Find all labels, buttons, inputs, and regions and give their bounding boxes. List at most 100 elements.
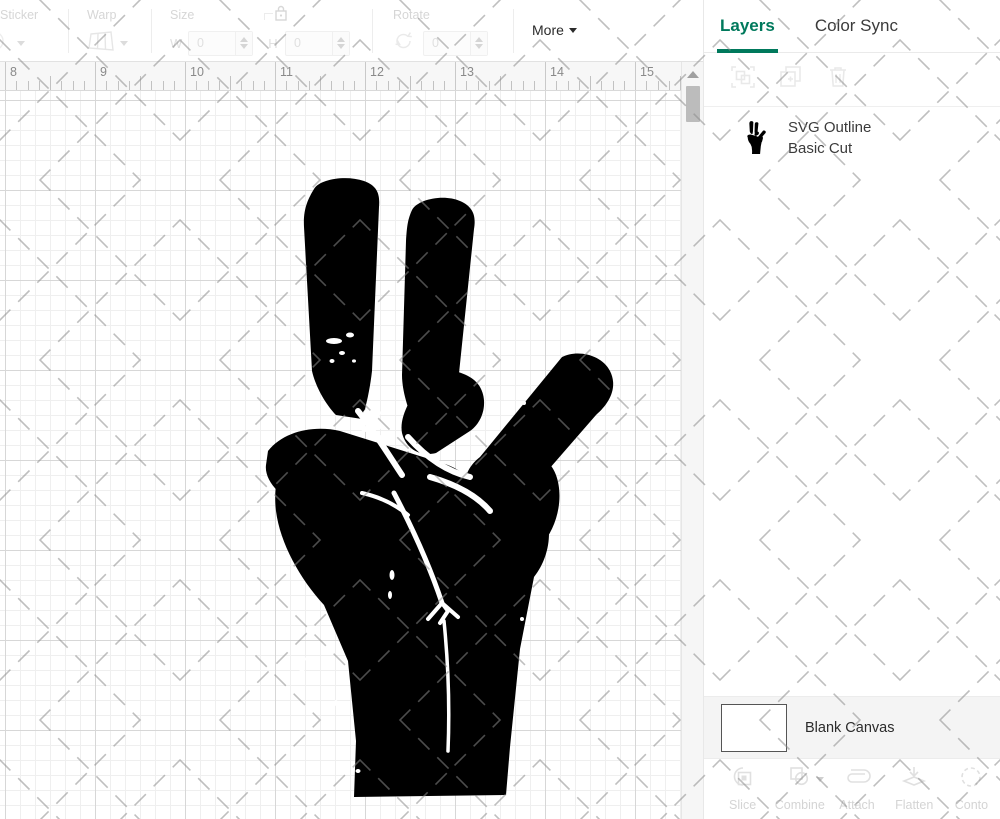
slice-label: Slice xyxy=(729,798,756,812)
panel-tabs: Layers Color Sync xyxy=(704,0,1000,53)
scrollbar-thumb[interactable] xyxy=(686,86,700,122)
height-stepper[interactable]: 0 xyxy=(285,31,350,56)
height-spinner[interactable] xyxy=(332,32,349,55)
ruler-minor-tick xyxy=(208,81,209,91)
sticker-icon[interactable] xyxy=(0,30,12,57)
ruler-major-tick xyxy=(365,62,366,91)
combine-button[interactable]: Combine xyxy=(771,765,828,812)
ruler-minor-tick xyxy=(253,81,254,91)
ruler-minor-tick xyxy=(331,81,332,91)
ruler-minor-tick xyxy=(264,81,265,91)
ruler-minor-tick xyxy=(140,76,141,91)
contour-button[interactable]: Conto xyxy=(943,765,1000,812)
ruler-minor-tick xyxy=(219,81,220,91)
horizontal-ruler[interactable]: 89101112131415 xyxy=(0,62,703,91)
ruler-minor-tick xyxy=(129,81,130,91)
tab-layers[interactable]: Layers xyxy=(720,0,775,53)
height-increment-icon[interactable] xyxy=(337,37,345,42)
ruler-minor-tick xyxy=(73,81,74,91)
flatten-button[interactable]: Flatten xyxy=(886,765,943,812)
ruler-label: 12 xyxy=(370,65,384,79)
ruler-label: 15 xyxy=(640,65,654,79)
design-canvas[interactable] xyxy=(0,91,681,819)
ruler-minor-tick xyxy=(646,81,647,91)
rotate-input[interactable]: 0 xyxy=(424,32,470,55)
more-caret-icon[interactable] xyxy=(569,28,577,33)
rotate-group: Rotate 0 xyxy=(373,0,513,62)
width-stepper[interactable]: 0 xyxy=(188,31,253,56)
width-letter: W xyxy=(170,36,182,51)
ruler-minor-tick xyxy=(556,81,557,91)
ruler-minor-tick xyxy=(466,81,467,91)
width-spinner[interactable] xyxy=(235,32,252,55)
contour-icon xyxy=(958,765,984,794)
scroll-up-icon[interactable] xyxy=(687,71,699,78)
ruler-minor-tick xyxy=(309,81,310,91)
rotate-stepper[interactable]: 0 xyxy=(423,31,488,56)
ruler-minor-tick xyxy=(354,81,355,91)
attach-button[interactable]: Attach xyxy=(828,765,885,812)
layer-list-empty-space xyxy=(704,169,1000,696)
height-decrement-icon[interactable] xyxy=(337,44,345,49)
blank-canvas-row[interactable]: Blank Canvas xyxy=(704,696,1000,758)
ruler-minor-tick xyxy=(433,81,434,91)
ruler-minor-tick xyxy=(500,76,501,91)
ruler-label: 14 xyxy=(550,65,564,79)
ruler-minor-tick xyxy=(286,81,287,91)
canvas-color-swatch[interactable] xyxy=(721,704,787,752)
ruler-minor-tick xyxy=(523,81,524,91)
ruler-minor-tick xyxy=(658,81,659,91)
more-button[interactable]: More xyxy=(532,22,577,38)
width-input[interactable]: 0 xyxy=(189,32,235,55)
rotate-spinner[interactable] xyxy=(470,32,487,55)
delete-layer-icon[interactable] xyxy=(826,65,850,94)
ruler-minor-tick xyxy=(298,81,299,91)
slice-button[interactable]: Slice xyxy=(714,765,771,812)
duplicate-layer-icon[interactable] xyxy=(778,65,804,94)
lock-icon xyxy=(273,4,289,22)
more-label: More xyxy=(532,22,564,38)
cricut-design-space-window: Sticker Warp xyxy=(0,0,1000,819)
width-decrement-icon[interactable] xyxy=(240,44,248,49)
tab-color-sync[interactable]: Color Sync xyxy=(815,0,898,53)
ruler-label: 8 xyxy=(10,65,17,79)
ruler-minor-tick xyxy=(196,81,197,91)
warp-caret-icon[interactable] xyxy=(120,41,128,46)
flatten-icon xyxy=(901,765,927,794)
peace-hand-artwork[interactable] xyxy=(262,175,634,815)
canvas-vertical-scrollbar[interactable] xyxy=(681,62,703,819)
ruler-minor-tick xyxy=(39,81,40,91)
group-layers-icon[interactable] xyxy=(730,65,756,94)
rotate-icon[interactable] xyxy=(393,31,415,56)
more-group: More xyxy=(514,0,577,62)
ruler-minor-tick xyxy=(16,81,17,91)
ruler-minor-tick xyxy=(163,81,164,91)
ruler-major-tick xyxy=(545,62,546,91)
lock-aspect-ratio-button[interactable] xyxy=(264,4,289,22)
combine-label: Combine xyxy=(775,798,825,812)
ruler-minor-tick xyxy=(568,81,569,91)
warp-icon[interactable] xyxy=(87,31,115,56)
combine-icon xyxy=(787,765,813,794)
ruler-minor-tick xyxy=(320,76,321,91)
flatten-label: Flatten xyxy=(895,798,933,812)
tab-color-sync-label: Color Sync xyxy=(815,16,898,36)
ruler-label: 10 xyxy=(190,65,204,79)
ruler-minor-tick xyxy=(410,76,411,91)
height-input[interactable]: 0 xyxy=(286,32,332,55)
rotate-increment-icon[interactable] xyxy=(475,37,483,42)
list-item[interactable]: SVG Outline Basic Cut xyxy=(704,107,1000,169)
layer-list: SVG Outline Basic Cut xyxy=(704,107,1000,169)
combine-caret-icon[interactable] xyxy=(816,777,824,782)
ruler-minor-tick xyxy=(534,81,535,91)
ruler-minor-tick xyxy=(613,81,614,91)
layer-subtitle[interactable]: Basic Cut xyxy=(788,140,871,157)
ruler-minor-tick xyxy=(399,81,400,91)
edit-toolbar: Sticker Warp xyxy=(0,0,703,62)
rotate-decrement-icon[interactable] xyxy=(475,44,483,49)
width-increment-icon[interactable] xyxy=(240,37,248,42)
ruler-major-tick xyxy=(275,62,276,91)
peace-hand-icon xyxy=(742,119,772,157)
sticker-caret-icon[interactable] xyxy=(17,41,25,46)
layer-text: SVG Outline Basic Cut xyxy=(788,119,871,157)
